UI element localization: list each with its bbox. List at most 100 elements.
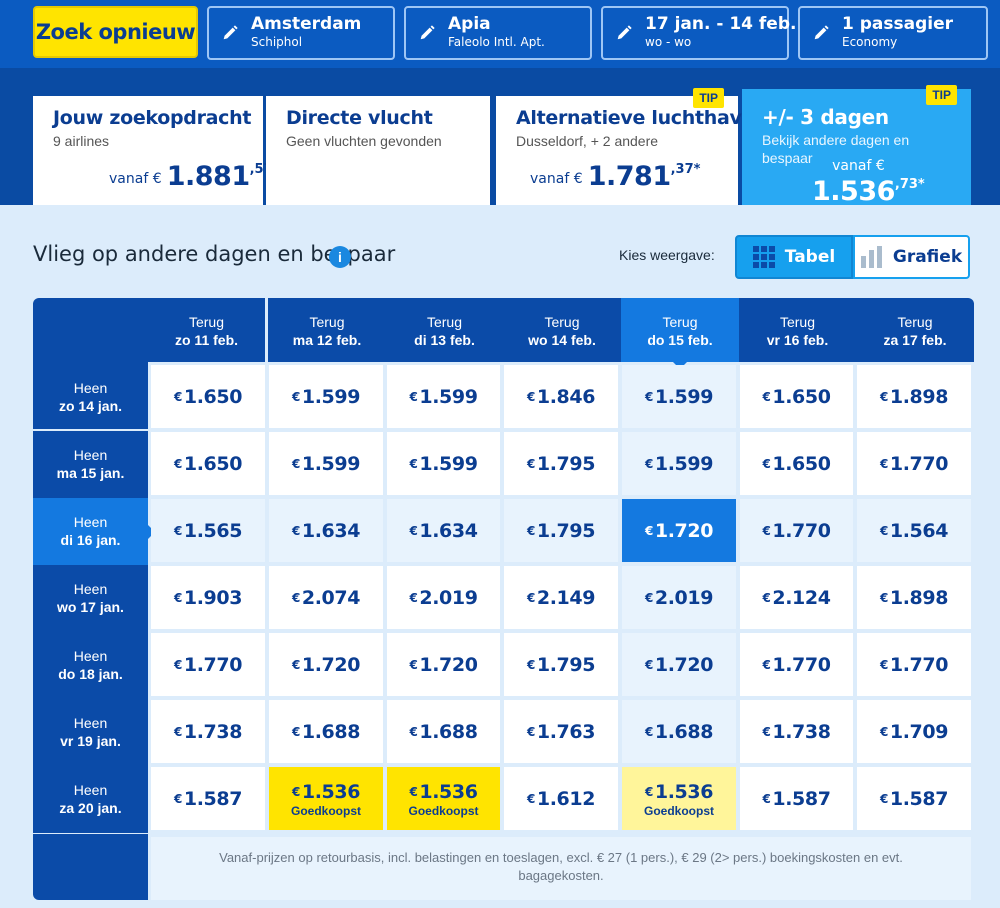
price-value: €1.795 bbox=[526, 653, 596, 676]
depart-date: za 20 jan. bbox=[59, 800, 122, 816]
price-value: €1.650 bbox=[762, 385, 831, 408]
tab-direct-flight[interactable]: Directe vlucht Geen vluchten gevonden bbox=[266, 96, 490, 206]
return-date: do 15 feb. bbox=[647, 332, 713, 348]
price-cell[interactable]: €1.650 bbox=[151, 432, 265, 495]
return-date-header[interactable]: Terug wo 14 feb. bbox=[503, 298, 621, 362]
price-value: €1.770 bbox=[762, 653, 831, 676]
price-cell[interactable]: €1.650 bbox=[151, 365, 265, 428]
return-date-header[interactable]: Terug vr 16 feb. bbox=[739, 298, 856, 362]
price-cell[interactable]: €1.720 bbox=[622, 499, 736, 562]
price-cell[interactable]: €1.688 bbox=[622, 700, 736, 763]
price-value: €1.795 bbox=[526, 519, 596, 542]
cheapest-label: Goedkoopst bbox=[408, 804, 479, 818]
return-date: zo 11 feb. bbox=[174, 332, 239, 348]
price-value: €1.650 bbox=[762, 452, 831, 475]
price-cell[interactable]: €1.720 bbox=[622, 633, 736, 696]
return-date-header[interactable]: Terug di 13 feb. bbox=[386, 298, 503, 362]
price-cell[interactable]: €1.688 bbox=[387, 700, 500, 763]
price-cell[interactable]: €1.720 bbox=[387, 633, 500, 696]
dates-field[interactable]: 17 jan. - 14 feb. wo - wo bbox=[601, 6, 796, 60]
price-cell[interactable]: €1.536 Goedkoopst bbox=[622, 767, 736, 830]
price-cell[interactable]: €1.770 bbox=[740, 499, 853, 562]
price-cell[interactable]: €1.587 bbox=[151, 767, 265, 830]
depart-date-header[interactable]: Heen vr 19 jan. bbox=[33, 699, 148, 766]
price-value: €1.536 bbox=[644, 781, 714, 803]
destination-city: Apia bbox=[448, 14, 491, 34]
price-cell[interactable]: €2.074 bbox=[269, 566, 383, 629]
price-cell[interactable]: €1.709 bbox=[857, 700, 971, 763]
price-cell[interactable]: €1.599 bbox=[269, 432, 383, 495]
price-cell[interactable]: €1.763 bbox=[504, 700, 618, 763]
price-cell[interactable]: €1.634 bbox=[269, 499, 383, 562]
price-cell[interactable]: €1.903 bbox=[151, 566, 265, 629]
depart-date-header[interactable]: Heen do 18 jan. bbox=[33, 632, 148, 699]
price-cell[interactable]: €1.898 bbox=[857, 566, 971, 629]
price-cell[interactable]: €1.770 bbox=[740, 633, 853, 696]
info-icon[interactable]: i bbox=[329, 246, 351, 268]
price-cell[interactable]: €1.770 bbox=[857, 633, 971, 696]
destination-field[interactable]: Apia Faleolo Intl. Apt. bbox=[404, 6, 592, 60]
tab-plus-minus-3-days[interactable]: TIP +/- 3 dagen Bekijk andere dagen en b… bbox=[742, 85, 971, 215]
price-cell[interactable]: €2.019 bbox=[622, 566, 736, 629]
price-cell[interactable]: €1.720 bbox=[269, 633, 383, 696]
price-value: €1.898 bbox=[879, 385, 949, 408]
return-date-header[interactable]: Terug ma 12 feb. bbox=[268, 298, 386, 362]
return-date-header[interactable]: Terug zo 11 feb. bbox=[148, 298, 265, 362]
price-cell[interactable]: €1.599 bbox=[622, 432, 736, 495]
tab-your-search[interactable]: Jouw zoekopdracht 9 airlines vanaf € 1.8… bbox=[33, 96, 279, 206]
price-cell[interactable]: €1.536 Goedkoopst bbox=[387, 767, 500, 830]
price-value: €2.074 bbox=[291, 586, 361, 609]
view-table-label: Tabel bbox=[784, 247, 836, 267]
depart-date-header[interactable]: Heen ma 15 jan. bbox=[33, 431, 148, 498]
price-cell[interactable]: €1.795 bbox=[504, 432, 618, 495]
price-cell[interactable]: €2.149 bbox=[504, 566, 618, 629]
tab-price: vanaf € 1.536,73* bbox=[812, 158, 925, 207]
origin-city: Amsterdam bbox=[251, 14, 362, 34]
view-chart-button[interactable]: Grafiek bbox=[853, 235, 970, 279]
price-cell[interactable]: €1.738 bbox=[151, 700, 265, 763]
origin-field[interactable]: Amsterdam Schiphol bbox=[207, 6, 395, 60]
price-cell[interactable]: €1.599 bbox=[387, 432, 500, 495]
price-cell[interactable]: €1.770 bbox=[151, 633, 265, 696]
price-cell[interactable]: €1.770 bbox=[857, 432, 971, 495]
depart-date-header[interactable]: Heen wo 17 jan. bbox=[33, 565, 148, 632]
price-cell[interactable]: €1.599 bbox=[269, 365, 383, 428]
price-cell[interactable]: €1.564 bbox=[857, 499, 971, 562]
price-cell[interactable]: €1.599 bbox=[387, 365, 500, 428]
sidebar-footer bbox=[33, 834, 148, 900]
depart-date-header[interactable]: Heen za 20 jan. bbox=[33, 766, 148, 833]
view-label: Kies weergave: bbox=[619, 247, 715, 263]
search-again-button[interactable]: Zoek opnieuw bbox=[33, 6, 198, 58]
price-cell[interactable]: €1.738 bbox=[740, 700, 853, 763]
price-cell[interactable]: €1.898 bbox=[857, 365, 971, 428]
price-value: €2.124 bbox=[762, 586, 831, 609]
price-cell[interactable]: €1.846 bbox=[504, 365, 618, 428]
price-cell[interactable]: €1.587 bbox=[740, 767, 853, 830]
price-cell[interactable]: €1.565 bbox=[151, 499, 265, 562]
tab-alternative-airports[interactable]: TIP Alternatieve luchthavens Dusseldorf,… bbox=[496, 88, 779, 206]
price-cell[interactable]: €1.634 bbox=[387, 499, 500, 562]
price-cell[interactable]: €2.019 bbox=[387, 566, 500, 629]
price-cell[interactable]: €1.599 bbox=[622, 365, 736, 428]
return-date-header[interactable]: Terug do 15 feb. bbox=[621, 298, 739, 369]
table-corner bbox=[33, 298, 148, 362]
price-cell[interactable]: €1.688 bbox=[269, 700, 383, 763]
depart-label: Heen bbox=[73, 715, 108, 731]
price-cell[interactable]: €1.795 bbox=[504, 633, 618, 696]
return-date-header[interactable]: Terug za 17 feb. bbox=[856, 298, 974, 362]
destination-airport: Faleolo Intl. Apt. bbox=[448, 35, 545, 49]
passengers-field[interactable]: 1 passagier Economy bbox=[798, 6, 988, 60]
view-table-button[interactable]: Tabel bbox=[735, 235, 853, 279]
price-cell[interactable]: €1.650 bbox=[740, 432, 853, 495]
tab-price: vanaf € 1.881,57* bbox=[109, 161, 280, 192]
price-cell[interactable]: €1.795 bbox=[504, 499, 618, 562]
price-cell[interactable]: €1.650 bbox=[740, 365, 853, 428]
price-value: €1.565 bbox=[173, 519, 243, 542]
tab-subtitle: Dusseldorf, + 2 andere bbox=[516, 133, 659, 149]
price-cell[interactable]: €1.536 Goedkoopst bbox=[269, 767, 383, 830]
price-cell[interactable]: €2.124 bbox=[740, 566, 853, 629]
price-cell[interactable]: €1.612 bbox=[504, 767, 618, 830]
depart-date-header[interactable]: Heen zo 14 jan. bbox=[33, 362, 148, 429]
price-cell[interactable]: €1.587 bbox=[857, 767, 971, 830]
depart-date-header[interactable]: Heen di 16 jan. bbox=[33, 498, 155, 565]
